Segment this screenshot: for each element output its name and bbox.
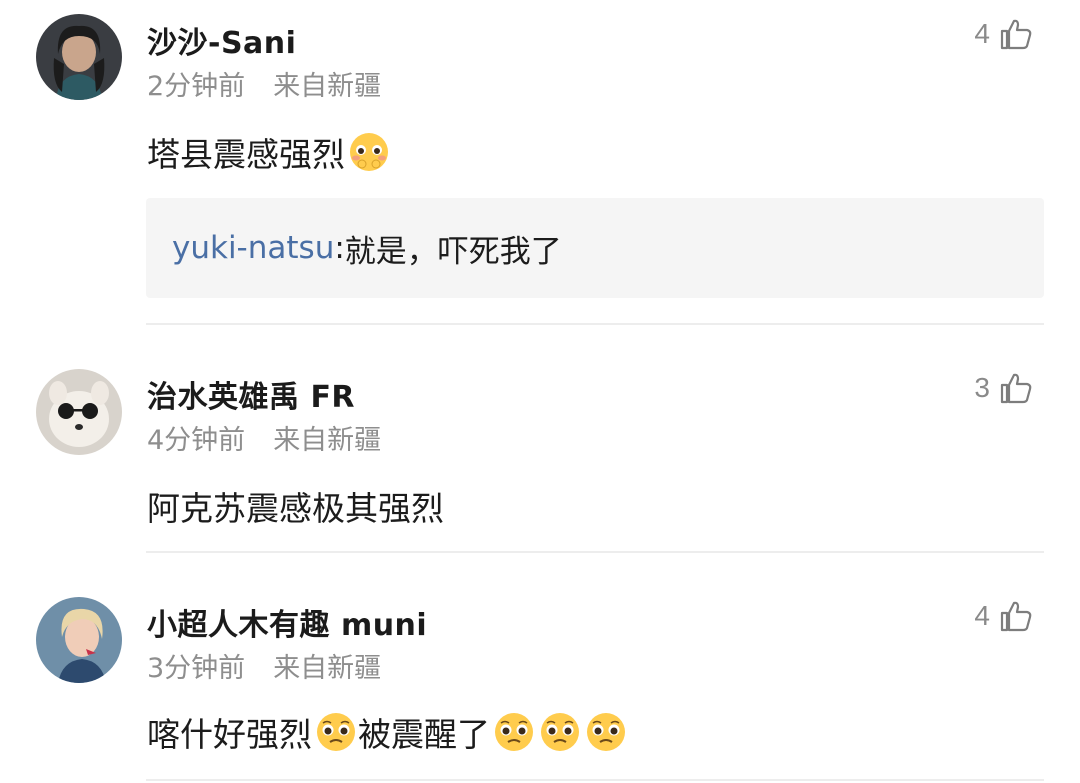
like-button[interactable]: 3 bbox=[974, 370, 1034, 406]
comment-location: 来自新疆 bbox=[273, 425, 382, 456]
reply-text: 就是，吓死我了 bbox=[344, 233, 562, 270]
divider bbox=[146, 323, 1044, 325]
comment-text: 塔县震感强烈 bbox=[147, 135, 345, 174]
comment-time: 2分钟前 bbox=[147, 71, 246, 102]
like-count: 4 bbox=[974, 600, 990, 631]
pleading-face-emoji bbox=[538, 710, 582, 754]
like-count: 4 bbox=[974, 18, 990, 49]
blushing-shy-emoji bbox=[347, 130, 391, 174]
thumbs-up-outline-icon bbox=[998, 598, 1034, 634]
thumbs-up-outline-icon bbox=[998, 16, 1034, 52]
comment-text-row: 喀什好强烈 被震醒了 bbox=[147, 708, 628, 756]
reply-preview[interactable]: yuki-natsu: 就是，吓死我了 bbox=[146, 198, 1044, 298]
comment-feed: 沙沙-Sani 2分钟前 来自新疆 4 塔县震感强烈 yuki-natsu: … bbox=[0, 0, 1080, 783]
comment-time: 3分钟前 bbox=[147, 653, 246, 684]
pleading-face-emoji bbox=[314, 710, 358, 754]
comment-text-row: 塔县震感强烈 bbox=[147, 128, 391, 176]
divider bbox=[146, 779, 1044, 781]
pleading-face-emoji bbox=[492, 710, 536, 754]
like-button[interactable]: 4 bbox=[974, 16, 1034, 52]
username[interactable]: 沙沙-Sani bbox=[147, 18, 296, 62]
username[interactable]: 治水英雄禹 FR bbox=[147, 372, 355, 416]
thumbs-up-outline-icon bbox=[998, 370, 1034, 406]
like-button[interactable]: 4 bbox=[974, 598, 1034, 634]
divider bbox=[146, 551, 1044, 553]
comment-time: 4分钟前 bbox=[147, 425, 246, 456]
comment-text: 喀什好强烈 bbox=[147, 715, 312, 754]
comment-location: 来自新疆 bbox=[273, 653, 382, 684]
avatar[interactable] bbox=[36, 14, 122, 100]
comment-meta: 4分钟前 来自新疆 bbox=[147, 418, 381, 457]
username[interactable]: 小超人木有趣 muni bbox=[147, 600, 427, 644]
pleading-face-emoji bbox=[584, 710, 628, 754]
comment-text: 被震醒了 bbox=[358, 715, 490, 754]
comment-meta: 3分钟前 来自新疆 bbox=[147, 646, 381, 685]
comment-meta: 2分钟前 来自新疆 bbox=[147, 64, 381, 103]
comment-location: 来自新疆 bbox=[273, 71, 382, 102]
reply-separator: : bbox=[334, 230, 345, 266]
comment-text: 阿克苏震感极其强烈 bbox=[147, 489, 444, 528]
like-count: 3 bbox=[974, 372, 990, 403]
avatar[interactable] bbox=[36, 369, 122, 455]
avatar[interactable] bbox=[36, 597, 122, 683]
comment-text-row: 阿克苏震感极其强烈 bbox=[147, 482, 444, 530]
reply-username[interactable]: yuki-natsu bbox=[172, 230, 334, 266]
